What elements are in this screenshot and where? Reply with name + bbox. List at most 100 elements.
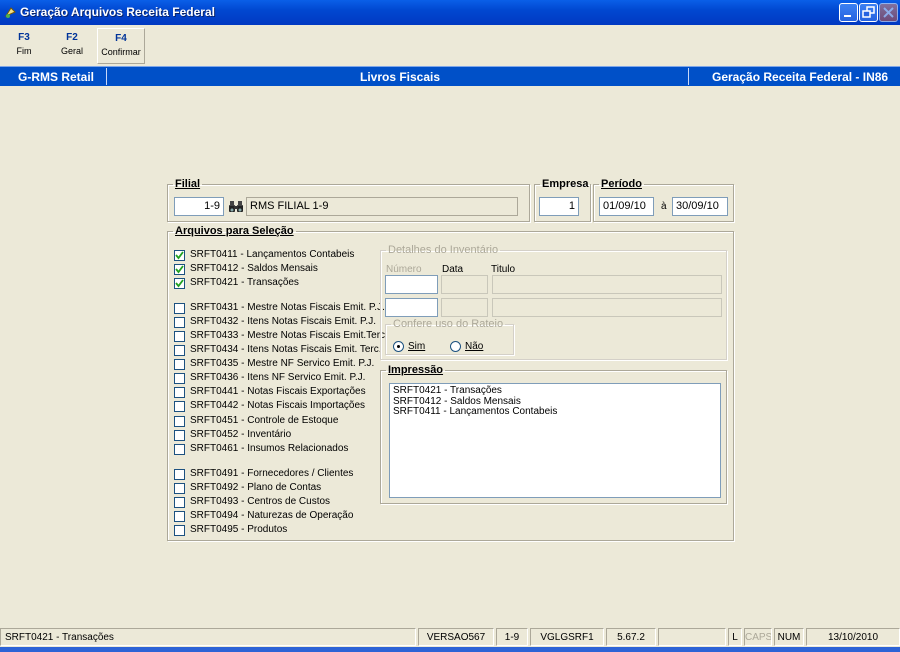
f2-key: F2 [66, 32, 78, 43]
f3-key: F3 [18, 32, 30, 43]
status-filial: 1-9 [496, 628, 528, 646]
f2-geral-button[interactable]: F2 Geral [48, 28, 96, 64]
file-label: SRFT0441 - Notas Fiscais Exportações [190, 386, 366, 397]
filial-legend: Filial [175, 178, 201, 190]
impressao-list[interactable]: SRFT0421 - Transações SRFT0412 - Saldos … [389, 383, 721, 498]
file-label: SRFT0434 - Itens Notas Fiscais Emit. Ter… [190, 344, 382, 355]
titulo-field [492, 275, 722, 294]
file-label: SRFT0491 - Fornecedores / Clientes [190, 468, 354, 479]
file-label: SRFT0452 - Inventário [190, 429, 292, 440]
periodo-legend: Período [601, 178, 642, 190]
status-empty-panel [658, 628, 726, 646]
file-label: SRFT0495 - Produtos [190, 524, 288, 535]
f4-label: Confirmar [101, 47, 141, 57]
taskbar-edge [0, 647, 900, 652]
empresa-input[interactable]: 1 [539, 197, 579, 216]
arquivos-legend: Arquivos para Seleção [175, 225, 294, 237]
titulo-header: Titulo [491, 264, 516, 275]
checkbox[interactable] [174, 416, 185, 427]
file-label: SRFT0436 - Itens NF Servico Emit. P.J. [190, 372, 366, 383]
f2-label: Geral [60, 46, 83, 56]
module-section: Livros Fiscais [360, 70, 441, 84]
rateio-sim-label: Sim [408, 341, 426, 352]
header-divider [106, 68, 107, 85]
checkbox[interactable] [174, 264, 185, 275]
restore-button[interactable] [859, 3, 878, 22]
status-caps: CAPS [744, 628, 772, 646]
checkbox[interactable] [174, 469, 185, 480]
file-label: SRFT0461 - Insumos Relacionados [190, 443, 349, 454]
rateio-legend: Confere uso do Rateio [393, 318, 504, 330]
data-field-2 [441, 298, 488, 317]
periodo-separator: à [661, 201, 667, 212]
file-label: SRFT0451 - Controle de Estoque [190, 415, 339, 426]
empresa-legend: Empresa [542, 178, 589, 190]
checkbox[interactable] [174, 497, 185, 508]
periodo-end-input[interactable]: 30/09/10 [672, 197, 728, 216]
rateio-nao-radio[interactable] [450, 341, 461, 352]
checkbox[interactable] [174, 331, 185, 342]
data-header: Data [442, 264, 464, 275]
file-label: SRFT0421 - Transações [190, 277, 299, 288]
list-item[interactable]: SRFT0421 - Transações [393, 385, 717, 397]
checkbox[interactable] [174, 444, 185, 455]
close-button[interactable] [879, 3, 898, 22]
list-item[interactable]: SRFT0411 - Lançamentos Contabeis [393, 406, 717, 418]
status-l: L [728, 628, 742, 646]
status-message: SRFT0421 - Transações [0, 628, 416, 646]
checkbox[interactable] [174, 303, 185, 314]
title-bar: Geração Arquivos Receita Federal [0, 0, 900, 25]
minimize-button[interactable] [839, 3, 858, 22]
file-label: SRFT0432 - Itens Notas Fiscais Emit. P.J… [190, 316, 376, 327]
window-title: Geração Arquivos Receita Federal [20, 5, 215, 19]
status-date: 13/10/2010 [806, 628, 900, 646]
data-field [441, 275, 488, 294]
status-num: NUM [774, 628, 804, 646]
checkbox[interactable] [174, 250, 185, 261]
status-version: VERSAO567 [418, 628, 494, 646]
status-program: VGLGSRF1 [530, 628, 604, 646]
file-label: SRFT0412 - Saldos Mensais [190, 263, 318, 274]
status-bar: SRFT0421 - Transações VERSAO567 1-9 VGLG… [0, 628, 900, 647]
titulo-field-2 [492, 298, 722, 317]
binoculars-icon[interactable] [227, 197, 245, 216]
impressao-legend: Impressão [388, 364, 444, 376]
file-label: SRFT0433 - Mestre Notas Fiscais Emit.Ter… [190, 330, 388, 341]
checkbox[interactable] [174, 317, 185, 328]
periodo-start-input[interactable]: 01/09/10 [599, 197, 654, 216]
numero-input[interactable] [385, 275, 438, 294]
filial-code-input[interactable]: 1-9 [174, 197, 224, 216]
toolbar: F3 Fim F2 Geral F4 Confirmar [0, 25, 900, 66]
checkbox[interactable] [174, 401, 185, 412]
f3-label: Fim [16, 46, 32, 56]
rateio-group: Confere uso do Rateio [385, 318, 514, 355]
file-label: SRFT0435 - Mestre NF Servico Emit. P.J. [190, 358, 375, 369]
file-label: SRFT0442 - Notas Fiscais Importações [190, 400, 366, 411]
file-label: SRFT0492 - Plano de Contas [190, 482, 322, 493]
checkbox[interactable] [174, 387, 185, 398]
rateio-nao-label: Não [465, 341, 484, 352]
checkbox[interactable] [174, 373, 185, 384]
module-name: G-RMS Retail [18, 70, 95, 84]
file-label: SRFT0411 - Lançamentos Contabeis [190, 249, 355, 260]
screen-name: Geração Receita Federal - IN86 [712, 70, 889, 84]
file-label: SRFT0493 - Centros de Custos [190, 496, 331, 507]
numero-input-2[interactable] [385, 298, 438, 317]
f4-key: F4 [115, 33, 127, 44]
checkbox[interactable] [174, 511, 185, 522]
f4-confirmar-button[interactable]: F4 Confirmar [97, 28, 145, 64]
filial-name-field: RMS FILIAL 1-9 [246, 197, 518, 216]
file-label: SRFT0494 - Naturezas de Operação [190, 510, 354, 521]
f3-fim-button[interactable]: F3 Fim [0, 28, 48, 64]
checkbox[interactable] [174, 430, 185, 441]
checkbox[interactable] [174, 359, 185, 370]
inventario-legend: Detalhes do Inventário [388, 244, 499, 256]
rateio-sim-radio[interactable] [393, 341, 404, 352]
checkbox[interactable] [174, 345, 185, 356]
checkbox[interactable] [174, 525, 185, 536]
module-header: G-RMS Retail Livros Fiscais Geração Rece… [0, 66, 900, 86]
file-label: SRFT0431 - Mestre Notas Fiscais Emit. P.… [190, 302, 385, 313]
checkbox[interactable] [174, 278, 185, 289]
app-icon [4, 5, 18, 19]
checkbox[interactable] [174, 483, 185, 494]
